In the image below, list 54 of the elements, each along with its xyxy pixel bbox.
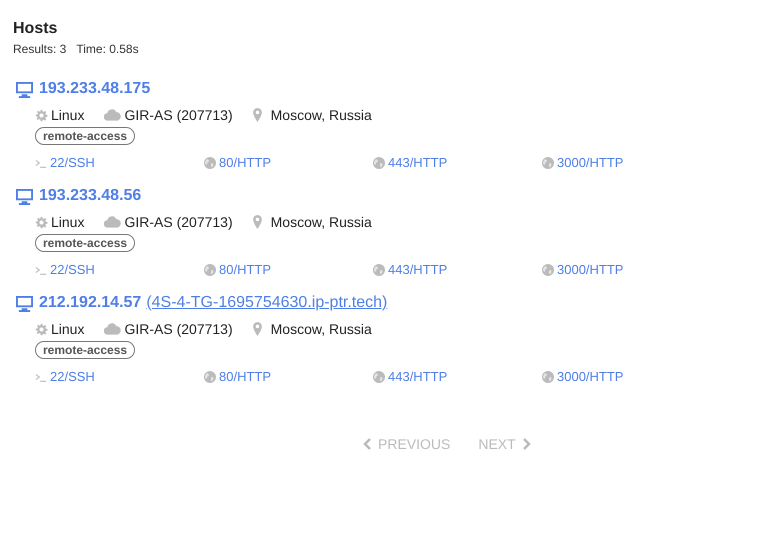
port-link[interactable]: 80/HTTP — [204, 262, 373, 277]
results-count: Results: 3 — [13, 42, 66, 56]
port-link[interactable]: 22/SSH — [35, 155, 204, 170]
os-label: Linux — [51, 321, 84, 337]
cloud-icon — [104, 216, 122, 228]
chevron-left-icon — [363, 438, 372, 450]
port-link[interactable]: 3000/HTTP — [542, 155, 711, 170]
tag[interactable]: remote-access — [35, 341, 136, 359]
globe-icon — [542, 370, 554, 382]
gear-icon — [35, 108, 48, 122]
page-title: Hosts — [13, 20, 58, 38]
gear-icon — [35, 216, 48, 228]
tag[interactable]: remote-access — [35, 127, 136, 145]
port-link[interactable]: 3000/HTTP — [542, 262, 711, 277]
port-link[interactable]: 3000/HTTP — [542, 369, 711, 384]
map-pin-icon — [252, 322, 262, 336]
os-label: Linux — [51, 107, 84, 123]
map-pin-icon — [252, 215, 262, 229]
map-pin-icon — [252, 108, 262, 122]
host-ip-link[interactable]: 212.192.14.57 — [39, 294, 142, 312]
asn-label: GIR-AS (207713) — [124, 107, 233, 123]
port-link[interactable]: 22/SSH — [35, 262, 204, 277]
cloud-icon — [104, 323, 122, 335]
port-link[interactable]: 443/HTTP — [373, 155, 542, 170]
globe-icon — [204, 156, 216, 168]
tag[interactable]: remote-access — [35, 234, 136, 252]
port-link[interactable]: 80/HTTP — [204, 369, 373, 384]
location-label: Moscow, Russia — [270, 321, 372, 337]
location-label: Moscow, Russia — [270, 214, 372, 230]
globe-icon — [373, 156, 385, 168]
host-ip-link[interactable]: 193.233.48.175 — [39, 80, 150, 98]
search-time: Time: 0.58s — [76, 42, 139, 56]
monitor-icon — [15, 188, 34, 204]
port-link[interactable]: 22/SSH — [35, 369, 204, 384]
globe-icon — [204, 370, 216, 382]
host-ip-link[interactable]: 193.233.48.56 — [39, 187, 142, 205]
asn-label: GIR-AS (207713) — [124, 214, 233, 230]
gear-icon — [35, 322, 48, 336]
chevron-right-icon — [522, 438, 531, 450]
cloud-icon — [104, 109, 122, 121]
globe-icon — [542, 156, 554, 168]
monitor-icon — [15, 294, 34, 312]
globe-icon — [373, 370, 385, 382]
os-label: Linux — [51, 214, 84, 230]
port-link[interactable]: 80/HTTP — [204, 155, 373, 170]
port-link[interactable]: 443/HTTP — [373, 369, 542, 384]
monitor-icon — [15, 80, 34, 98]
hostname-link[interactable]: (4S-4-TG-1695754630.ip-ptr.tech) — [146, 294, 388, 312]
port-link[interactable]: 443/HTTP — [373, 262, 542, 277]
globe-icon — [204, 264, 216, 276]
globe-icon — [373, 264, 385, 276]
globe-icon — [542, 264, 554, 276]
asn-label: GIR-AS (207713) — [124, 321, 233, 337]
location-label: Moscow, Russia — [270, 107, 372, 123]
